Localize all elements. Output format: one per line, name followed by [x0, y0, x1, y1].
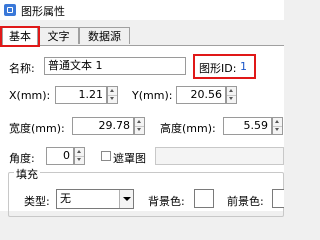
foreground-color-swatch[interactable] — [272, 189, 284, 208]
mask-label: 遮罩图 — [113, 152, 146, 165]
window-title: 图形属性 — [21, 5, 65, 18]
width-spinner[interactable] — [134, 117, 145, 135]
height-input[interactable]: 5.59 — [223, 117, 272, 135]
background-color-swatch[interactable] — [194, 189, 214, 208]
spin-down-icon[interactable] — [135, 126, 144, 134]
y-input[interactable]: 20.56 — [176, 86, 226, 104]
chevron-down-icon[interactable] — [119, 190, 133, 208]
app-icon — [4, 4, 16, 16]
spin-down-icon[interactable] — [273, 126, 282, 134]
spin-down-icon[interactable] — [108, 95, 117, 103]
tab-highlight-box — [0, 26, 40, 47]
y-label: Y(mm): — [132, 89, 173, 102]
tab-text[interactable]: 文字 — [38, 27, 79, 44]
name-label: 名称: — [9, 62, 35, 75]
height-label: 高度(mm): — [160, 122, 216, 135]
spin-down-icon[interactable] — [75, 156, 84, 164]
tab-datasource[interactable]: 数据源 — [79, 27, 130, 44]
fill-group-label: 填充 — [14, 166, 40, 182]
width-label: 宽度(mm): — [9, 122, 65, 135]
x-input[interactable]: 1.21 — [55, 86, 107, 104]
tab-strip: 基本 文字 数据源 — [0, 27, 284, 46]
angle-spinner[interactable] — [74, 147, 85, 165]
name-input[interactable]: 普通文本 1 — [44, 57, 186, 75]
fill-type-label: 类型: — [24, 195, 50, 208]
foreground-color-label: 前景色: — [227, 195, 264, 208]
mask-image-field[interactable] — [155, 147, 284, 165]
angle-input[interactable]: 0 — [46, 147, 74, 165]
mask-checkbox[interactable] — [101, 151, 111, 161]
x-spinner[interactable] — [107, 86, 118, 104]
fill-type-value: 无 — [60, 192, 71, 205]
y-spinner[interactable] — [226, 86, 237, 104]
x-label: X(mm): — [9, 89, 51, 102]
background-color-label: 背景色: — [148, 195, 185, 208]
angle-label: 角度: — [9, 152, 35, 165]
spin-down-icon[interactable] — [227, 95, 236, 103]
height-spinner[interactable] — [272, 117, 283, 135]
width-input[interactable]: 29.78 — [72, 117, 134, 135]
id-highlight-box — [193, 54, 256, 79]
